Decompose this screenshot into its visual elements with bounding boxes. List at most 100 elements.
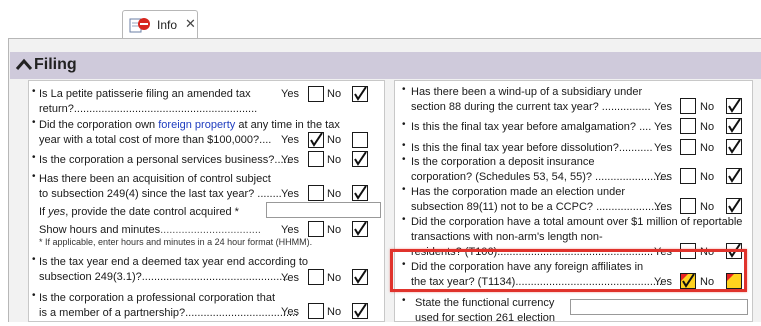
question-text: Is this the final tax year before dissol… (411, 142, 653, 154)
date-control-acquired-field[interactable] (266, 202, 381, 218)
show-hours-label: Show hours and minutes..................… (39, 224, 261, 236)
no-checkbox[interactable] (352, 303, 368, 319)
checkmark-icon (728, 119, 741, 133)
question-text: used for section 261 election (415, 312, 556, 324)
no-checkbox[interactable] (352, 151, 368, 167)
yes-label: Yes (654, 121, 672, 133)
bullet: • (32, 171, 36, 182)
yes-checkbox[interactable] (308, 185, 324, 201)
yes-checkbox[interactable] (680, 168, 696, 184)
no-label: No (700, 201, 715, 213)
section-header-filing[interactable]: Filing (10, 52, 761, 79)
left-question-panel: • Is La petite patisserie filing an amen… (28, 80, 385, 322)
question-text: return?.................................… (39, 103, 258, 115)
bullet: • (402, 84, 406, 95)
yes-checkbox[interactable] (308, 303, 324, 319)
no-checkbox[interactable] (352, 132, 368, 148)
no-checkbox[interactable] (726, 168, 742, 184)
no-checkbox[interactable] (352, 86, 368, 102)
yes-label: Yes (654, 171, 672, 183)
bullet: • (402, 214, 406, 225)
yes-label: Yes (281, 188, 299, 200)
tab-bar: Info ✕ (0, 0, 761, 39)
question-foreign-affiliates: Did the corporation have any foreign aff… (411, 260, 662, 290)
no-label: No (700, 246, 715, 258)
yes-checkbox-flagged[interactable] (680, 273, 696, 289)
no-label: No (700, 121, 715, 133)
yes-checkbox[interactable] (308, 221, 324, 237)
yes-checkbox[interactable] (680, 118, 696, 134)
section-title: Filing (34, 56, 77, 73)
yes-checkbox[interactable] (308, 86, 324, 102)
no-checkbox[interactable] (726, 198, 742, 214)
checkmark-icon (728, 244, 741, 258)
yes-checkbox[interactable] (308, 269, 324, 285)
hours-format-note: * If applicable, enter hours and minutes… (39, 237, 313, 247)
checkmark-icon (354, 270, 367, 284)
question-text: to subsection 249(4) since the last tax … (39, 188, 282, 200)
question-text: subsection 249(3.1)?....................… (39, 271, 289, 283)
yes-checkbox[interactable] (680, 198, 696, 214)
checkmark-icon (310, 133, 323, 147)
no-checkbox[interactable] (352, 185, 368, 201)
question-text: Has there been an acquisition of control… (39, 173, 271, 185)
yes-label: Yes (281, 134, 299, 146)
question-amended-return: Is La petite patisserie filing an amende… (39, 87, 257, 117)
no-checkbox[interactable] (726, 243, 742, 259)
no-checkbox[interactable] (726, 98, 742, 114)
bullet: • (402, 259, 406, 270)
functional-currency-field[interactable] (570, 299, 748, 315)
close-icon[interactable]: ✕ (185, 16, 196, 32)
no-label: No (327, 306, 342, 318)
yes-label: Yes (281, 306, 299, 318)
no-checkbox[interactable] (352, 221, 368, 237)
question-personal-services: Is the corporation a personal services b… (39, 153, 293, 168)
question-text: Did the corporation have a total amount … (411, 216, 743, 228)
checkmark-icon (682, 274, 695, 288)
tab-title: Info (157, 18, 178, 32)
question-text: Is the corporation a deposit insurance (411, 156, 595, 168)
question-text: Is the corporation a personal services b… (39, 154, 293, 166)
question-text: Is the corporation a professional corpor… (39, 292, 276, 304)
bullet: • (402, 140, 406, 151)
question-deposit-insurance: Is the corporation a deposit insurance c… (411, 155, 668, 185)
no-label: No (327, 154, 342, 166)
yes-checkbox[interactable] (680, 139, 696, 155)
yes-label: Yes (654, 201, 672, 213)
no-checkbox[interactable] (726, 118, 742, 134)
no-checkbox[interactable] (352, 269, 368, 285)
question-text: Is the tax year end a deemed tax year en… (39, 256, 309, 268)
tab-info[interactable]: Info ✕ (122, 10, 198, 39)
checkmark-icon (354, 186, 367, 200)
checkmark-icon (354, 222, 367, 236)
question-text: Did the corporation own (39, 119, 159, 131)
chevron-up-icon[interactable] (13, 55, 35, 75)
question-text: at any time in the tax (235, 119, 340, 131)
question-text: section 88 during the current tax year? … (411, 101, 651, 113)
question-text: corporation? (Schedules 53, 54, 55)? ...… (411, 171, 669, 183)
no-checkbox[interactable] (726, 139, 742, 155)
no-checkbox-flagged[interactable] (726, 273, 742, 289)
yes-checkbox[interactable] (680, 243, 696, 259)
question-text: subsection 89(11) not to be a CCPC? ....… (411, 201, 670, 213)
question-acquisition-of-control: Has there been an acquisition of control… (39, 172, 282, 202)
right-question-panel: • Has there been a wind-up of a subsidia… (394, 80, 753, 324)
bullet: • (32, 254, 36, 265)
question-final-before-dissolution: Is this the final tax year before dissol… (411, 141, 653, 156)
bullet: • (32, 86, 36, 97)
date-control-acquired-label: If yes, provide the date control acquire… (39, 206, 239, 218)
question-text: residents? (T106).......................… (411, 246, 654, 258)
no-label: No (327, 188, 342, 200)
bullet: • (402, 295, 406, 306)
yes-checkbox[interactable] (308, 132, 324, 148)
bullet: • (402, 119, 406, 130)
yes-label: Yes (281, 272, 299, 284)
yes-label: Yes (281, 154, 299, 166)
yes-checkbox[interactable] (680, 98, 696, 114)
yes-label: Yes (654, 276, 672, 288)
yes-label: Yes (654, 246, 672, 258)
yes-checkbox[interactable] (308, 151, 324, 167)
foreign-property-link[interactable]: foreign property (158, 119, 235, 131)
checkmark-icon (354, 304, 367, 318)
bullet: • (32, 290, 36, 301)
